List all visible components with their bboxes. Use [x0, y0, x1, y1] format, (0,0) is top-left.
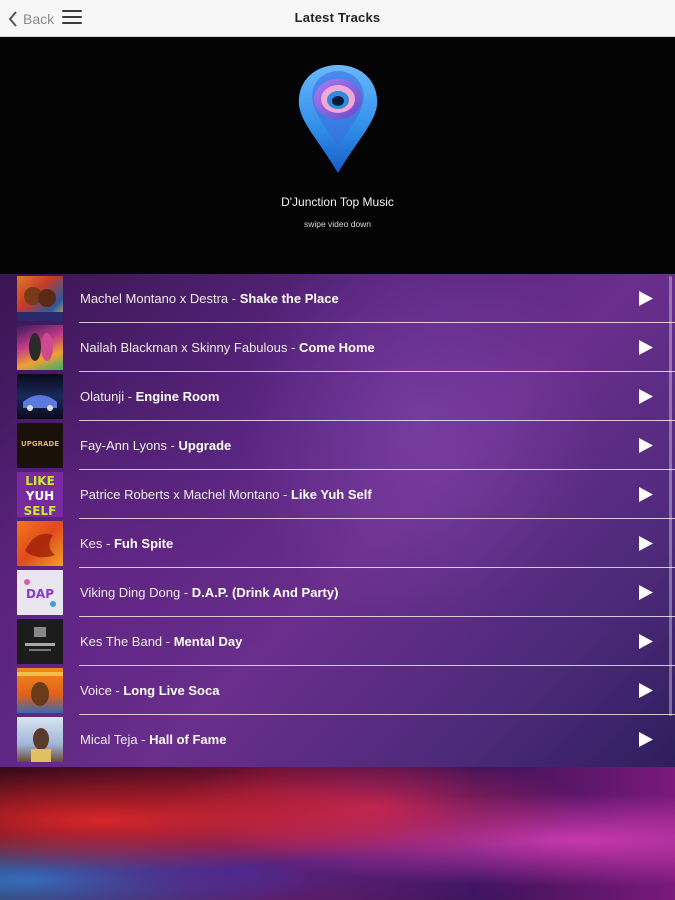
track-row[interactable]: DAP Viking Ding Dong - D.A.P. (Drink And… — [0, 568, 675, 617]
play-icon[interactable] — [638, 290, 654, 307]
album-art — [17, 717, 63, 762]
play-icon[interactable] — [638, 633, 654, 650]
track-title: Viking Ding Dong - D.A.P. (Drink And Par… — [80, 585, 339, 600]
track-title: Olatunji - Engine Room — [80, 389, 220, 404]
track-title: Nailah Blackman x Skinny Fabulous - Come… — [80, 340, 375, 355]
album-art — [17, 668, 63, 713]
location-pin-logo — [298, 65, 378, 173]
track-row[interactable]: Olatunji - Engine Room — [0, 372, 675, 421]
hero-title: D'Junction Top Music — [281, 195, 394, 209]
track-row[interactable]: Kes The Band - Mental Day — [0, 617, 675, 666]
track-title: Kes The Band - Mental Day — [80, 634, 243, 649]
play-icon[interactable] — [638, 584, 654, 601]
concert-background-image — [0, 767, 675, 900]
track-row[interactable]: Machel Montano x Destra - Shake the Plac… — [0, 274, 675, 323]
track-title: Mical Teja - Hall of Fame — [80, 732, 227, 747]
play-icon[interactable] — [638, 682, 654, 699]
album-art: LIKE YUH SELF — [17, 472, 63, 517]
play-icon[interactable] — [638, 388, 654, 405]
album-art — [17, 374, 63, 419]
play-icon[interactable] — [638, 486, 654, 503]
play-icon[interactable] — [638, 437, 654, 454]
track-list[interactable]: Machel Montano x Destra - Shake the Plac… — [0, 274, 675, 767]
track-row[interactable]: Voice - Long Live Soca — [0, 666, 675, 715]
album-art: DAP — [17, 570, 63, 615]
top-navigation-bar: Back Latest Tracks — [0, 0, 675, 37]
track-title: Fay-Ann Lyons - Upgrade — [80, 438, 232, 453]
page-title: Latest Tracks — [294, 10, 381, 25]
play-icon[interactable] — [638, 535, 654, 552]
svg-text:UPGRADE: UPGRADE — [21, 440, 59, 448]
album-art — [17, 619, 63, 664]
hero-subtitle: swipe video down — [303, 219, 372, 229]
video-hero[interactable]: D'Junction Top Music swipe video down — [0, 37, 675, 274]
track-row[interactable]: Mical Teja - Hall of Fame — [0, 715, 675, 764]
track-row[interactable]: Kes - Fuh Spite — [0, 519, 675, 568]
album-art: UPGRADE — [17, 423, 63, 468]
track-title: Voice - Long Live Soca — [80, 683, 220, 698]
play-icon[interactable] — [638, 339, 654, 356]
svg-text:SELF: SELF — [24, 504, 57, 517]
track-title: Machel Montano x Destra - Shake the Plac… — [80, 291, 339, 306]
track-row[interactable]: UPGRADE Fay-Ann Lyons - Upgrade — [0, 421, 675, 470]
scrollbar[interactable] — [669, 276, 672, 716]
track-title: Patrice Roberts x Machel Montano - Like … — [80, 487, 372, 502]
album-art — [17, 325, 63, 370]
album-art — [17, 521, 63, 566]
svg-text:LIKE: LIKE — [25, 474, 55, 488]
svg-text:YUH: YUH — [25, 489, 54, 503]
play-icon[interactable] — [638, 731, 654, 748]
album-art — [17, 276, 63, 321]
track-row[interactable]: LIKE YUH SELF Patrice Roberts x Machel M… — [0, 470, 675, 519]
svg-text:DAP: DAP — [26, 587, 54, 601]
track-row[interactable]: Nailah Blackman x Skinny Fabulous - Come… — [0, 323, 675, 372]
track-title: Kes - Fuh Spite — [80, 536, 174, 551]
